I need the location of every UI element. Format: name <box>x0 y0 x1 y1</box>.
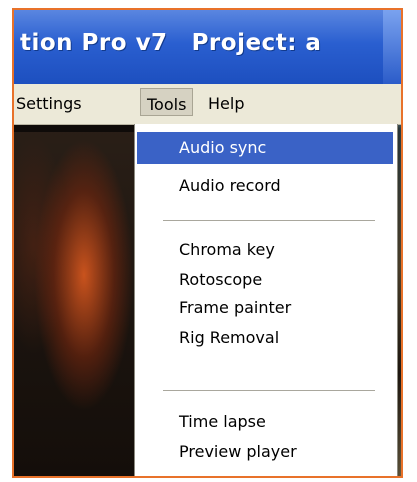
menu-tools[interactable]: Tools <box>140 88 194 116</box>
window-title-project: Project: a <box>191 30 322 56</box>
tools-dropdown-menu: Audio sync Audio record Chroma key Rotos… <box>134 124 398 476</box>
menu-item-label: Preview player <box>179 442 297 461</box>
menu-item-label: Audio record <box>179 176 281 195</box>
menu-item-label: Audio sync <box>179 138 267 157</box>
window-title-app: tion Pro v7 <box>20 30 168 56</box>
menu-item-label: Rig Removal <box>179 328 280 347</box>
title-bar-edge <box>383 10 401 84</box>
menu-item-label: Rotoscope <box>179 270 263 289</box>
menu-separator <box>163 220 375 222</box>
menu-bar: Settings Tools Help <box>14 84 401 125</box>
menu-item-preview-player[interactable]: Preview player <box>137 436 393 468</box>
menu-item-time-lapse[interactable]: Time lapse <box>137 406 393 438</box>
screenshot-frame: tion Pro v7 Project: a Settings Tools Hel… <box>12 8 403 478</box>
menu-item-label: Chroma key <box>179 240 275 259</box>
title-bar[interactable]: tion Pro v7 Project: a <box>14 10 401 84</box>
menu-item-label: Time lapse <box>179 412 266 431</box>
menu-item-audio-sync[interactable]: Audio sync <box>137 132 393 164</box>
menu-item-audio-record[interactable]: Audio record <box>137 170 393 202</box>
menu-settings[interactable]: Settings <box>16 94 82 113</box>
window-title: tion Pro v7 Project: a <box>20 30 321 56</box>
menu-item-rig-removal[interactable]: Rig Removal <box>137 322 393 354</box>
menu-item-label: Frame painter <box>179 298 292 317</box>
menu-item-frame-painter[interactable]: Frame painter <box>137 292 393 324</box>
menu-separator <box>163 390 375 392</box>
menu-item-chroma-key[interactable]: Chroma key <box>137 234 393 266</box>
menu-help[interactable]: Help <box>208 94 244 113</box>
